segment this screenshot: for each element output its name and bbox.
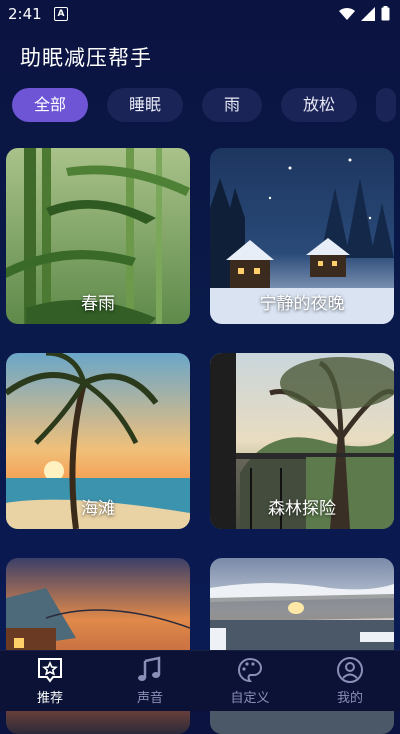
status-bar: 2:41 A bbox=[0, 0, 400, 28]
status-time: 2:41 bbox=[8, 5, 42, 23]
bottom-nav: 推荐 声音 自定义 我的 bbox=[0, 650, 400, 711]
nav-label: 推荐 bbox=[36, 691, 63, 706]
wifi-icon bbox=[339, 7, 355, 20]
sound-card-beach[interactable]: 海滩 bbox=[6, 353, 190, 529]
tab-sleep[interactable]: 睡眠 bbox=[107, 88, 184, 122]
palette-icon bbox=[238, 657, 263, 683]
card-label: 宁静的夜晚 bbox=[259, 294, 345, 314]
category-tabs: 全部 睡眠 雨 放松 bbox=[12, 88, 397, 124]
nav-label: 声音 bbox=[136, 691, 163, 706]
tab-rain[interactable]: 雨 bbox=[202, 88, 263, 122]
sound-card-forest-adventure[interactable]: 森林探险 bbox=[210, 353, 394, 529]
page-title: 助眠减压帮手 bbox=[20, 46, 152, 70]
nav-sounds[interactable]: 声音 bbox=[100, 655, 200, 706]
tab-all[interactable]: 全部 bbox=[12, 88, 89, 122]
card-label: 春雨 bbox=[81, 294, 115, 314]
nav-custom[interactable]: 自定义 bbox=[200, 655, 300, 706]
status-icons bbox=[339, 6, 390, 21]
sound-card-spring-rain[interactable]: 春雨 bbox=[6, 148, 190, 324]
card-label: 森林探险 bbox=[268, 499, 336, 519]
notification-icon: A bbox=[54, 7, 68, 21]
sound-card-quiet-night[interactable]: 宁静的夜晚 bbox=[210, 148, 394, 324]
nav-recommend[interactable]: 推荐 bbox=[0, 655, 100, 706]
user-icon bbox=[337, 657, 363, 683]
nav-label: 我的 bbox=[336, 691, 363, 706]
battery-icon bbox=[381, 6, 390, 21]
nav-label: 自定义 bbox=[230, 691, 270, 706]
nav-mine[interactable]: 我的 bbox=[300, 655, 400, 706]
star-frame-icon bbox=[38, 658, 62, 683]
music-note-icon bbox=[138, 656, 161, 681]
tab-more[interactable] bbox=[376, 88, 397, 122]
tab-relax[interactable]: 放松 bbox=[281, 88, 358, 122]
card-label: 海滩 bbox=[81, 499, 115, 519]
signal-icon bbox=[361, 6, 375, 21]
